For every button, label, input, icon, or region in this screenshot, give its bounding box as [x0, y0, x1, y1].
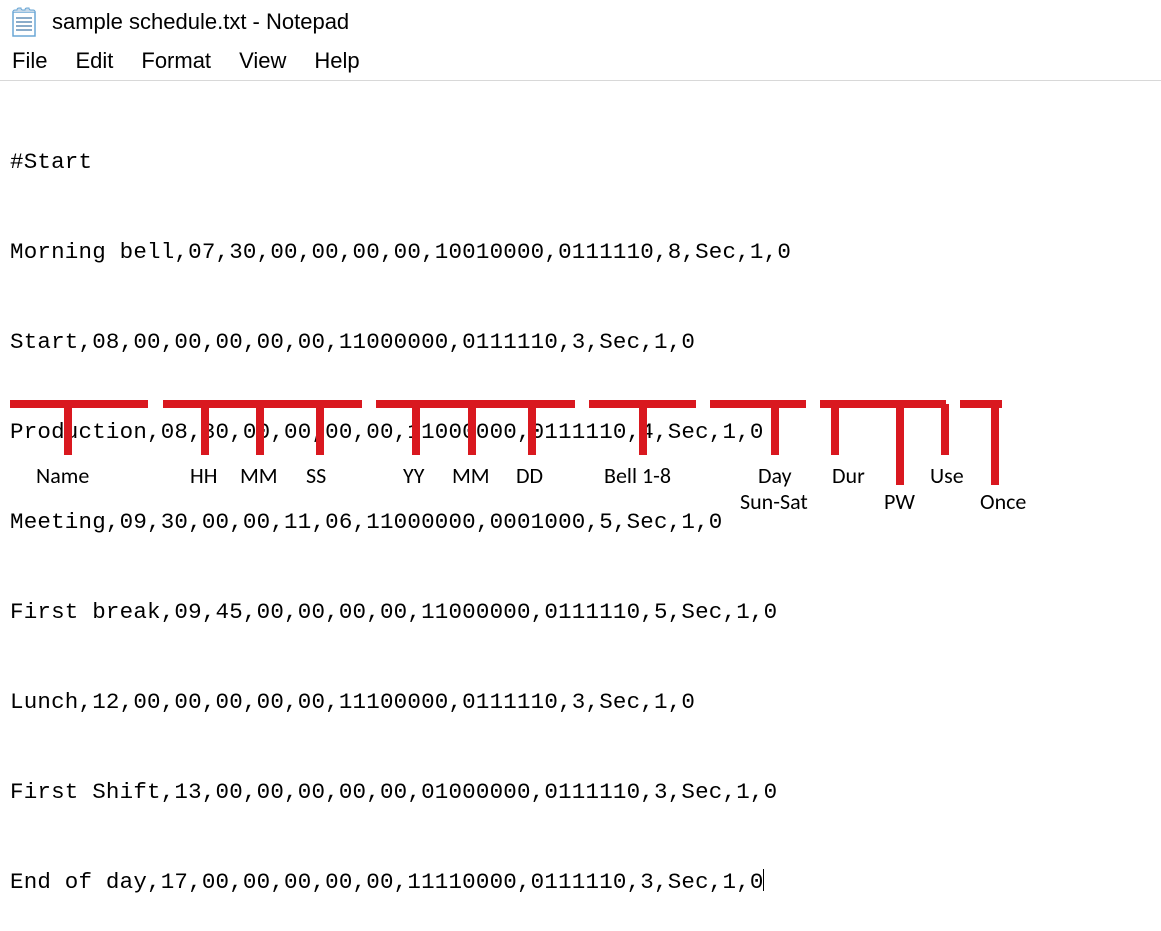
menu-file[interactable]: File [12, 48, 47, 74]
text-line: Lunch,12,00,00,00,00,00,11100000,0111110… [10, 687, 1151, 717]
menu-view[interactable]: View [239, 48, 286, 74]
text-editor[interactable]: #Start Morning bell,07,30,00,00,00,00,10… [0, 81, 1161, 931]
text-line: Morning bell,07,30,00,00,00,00,10010000,… [10, 237, 1151, 267]
text-line: Start,08,00,00,00,00,00,11000000,0111110… [10, 327, 1151, 357]
text-line: Production,08,30,00,00,00,00,11000000,01… [10, 417, 1151, 447]
menu-format[interactable]: Format [141, 48, 211, 74]
text-cursor [763, 869, 765, 891]
menu-bar: File Edit Format View Help [0, 40, 1161, 81]
window-titlebar: sample schedule.txt - Notepad [0, 0, 1161, 40]
text-line: Meeting,09,30,00,00,11,06,11000000,00010… [10, 507, 1151, 537]
menu-help[interactable]: Help [314, 48, 359, 74]
menu-edit[interactable]: Edit [75, 48, 113, 74]
window-title: sample schedule.txt - Notepad [52, 9, 349, 35]
text-line: First Shift,13,00,00,00,00,00,01000000,0… [10, 777, 1151, 807]
notepad-icon [10, 6, 38, 38]
text-line: End of day,17,00,00,00,00,00,11110000,01… [10, 867, 1151, 897]
text-line: First break,09,45,00,00,00,00,11000000,0… [10, 597, 1151, 627]
text-line: #Start [10, 147, 1151, 177]
